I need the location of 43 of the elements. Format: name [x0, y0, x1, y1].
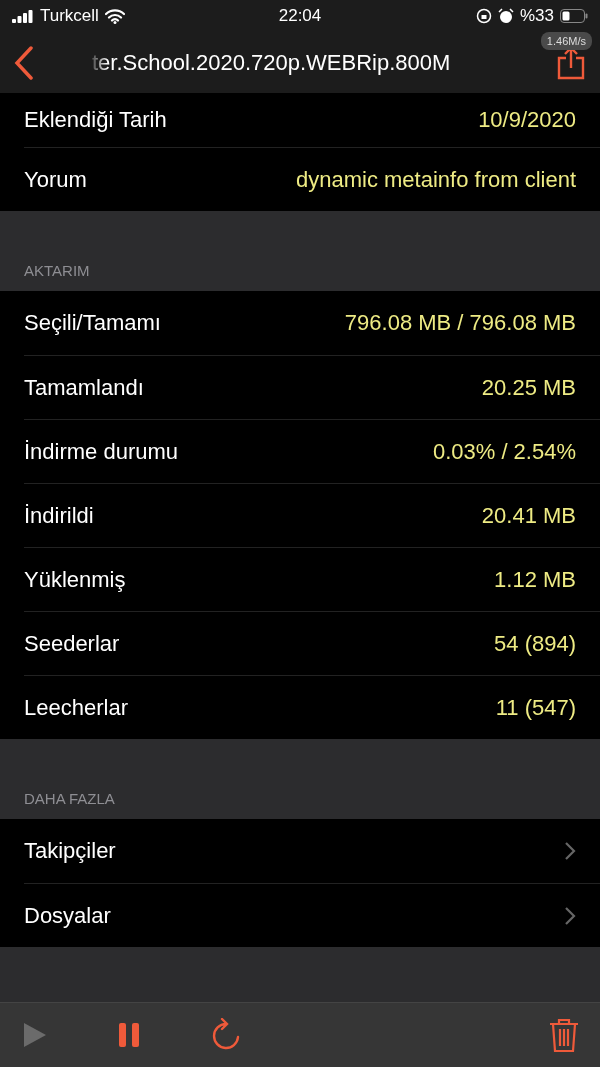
row-label: Dosyalar — [24, 902, 111, 929]
pause-icon — [118, 1021, 140, 1049]
row-label: Yüklenmiş — [24, 566, 126, 593]
delete-button[interactable] — [548, 1017, 580, 1053]
row-value: dynamic metainfo from client — [296, 166, 576, 193]
row-value: 0.03% / 2.54% — [432, 438, 576, 465]
pause-button[interactable] — [118, 1021, 140, 1049]
row-value: 11 (547) — [495, 694, 576, 721]
clock-time: 22:04 — [278, 6, 322, 26]
row-value: 54 (894) — [494, 630, 576, 657]
row-label: İndirme durumu — [24, 438, 179, 465]
carrier-name: Turkcell — [40, 6, 99, 26]
speed-badge: 1.46M/s — [540, 32, 592, 50]
section-header: DAHA FAZLA — [24, 790, 115, 807]
trash-icon — [548, 1017, 580, 1053]
battery-percent: %33 — [520, 6, 554, 26]
navigation-row[interactable]: Takipçiler — [24, 819, 600, 883]
row-value: 20.25 MB — [481, 374, 576, 401]
row-label: Yorum — [24, 166, 87, 193]
row-value: 20.41 MB — [481, 502, 576, 529]
rotation-lock-icon — [476, 8, 492, 24]
row-label: Tamamlandı — [24, 374, 144, 401]
wifi-icon — [104, 8, 125, 24]
signal-icon — [12, 9, 34, 23]
row-label: Eklendiği Tarih — [24, 107, 167, 133]
torrent-title: ter.School.2020.720p.WEBRip.800M — [91, 49, 452, 76]
chevron-icon — [564, 905, 576, 926]
row-label: İndirildi — [24, 502, 94, 529]
chevron-icon — [564, 841, 576, 861]
alarm-icon — [498, 8, 514, 24]
row-value: 796.08 MB / 796.08 MB — [344, 310, 576, 336]
back-button[interactable] — [14, 45, 34, 80]
row-label: Seederlar — [24, 630, 120, 657]
section-header: AKTARIM — [24, 262, 90, 279]
row-label: Leecherlar — [24, 694, 128, 721]
row-value: 10/9/2020 — [478, 107, 576, 133]
refresh-button[interactable] — [210, 1018, 242, 1052]
refresh-icon — [210, 1018, 242, 1052]
navigation-row[interactable]: Dosyalar — [24, 883, 600, 947]
battery-icon — [560, 9, 588, 23]
row-label: Seçili/Tamamı — [24, 310, 161, 336]
row-label: Takipçiler — [24, 838, 116, 864]
row-value: 1.12 MB — [494, 566, 576, 593]
